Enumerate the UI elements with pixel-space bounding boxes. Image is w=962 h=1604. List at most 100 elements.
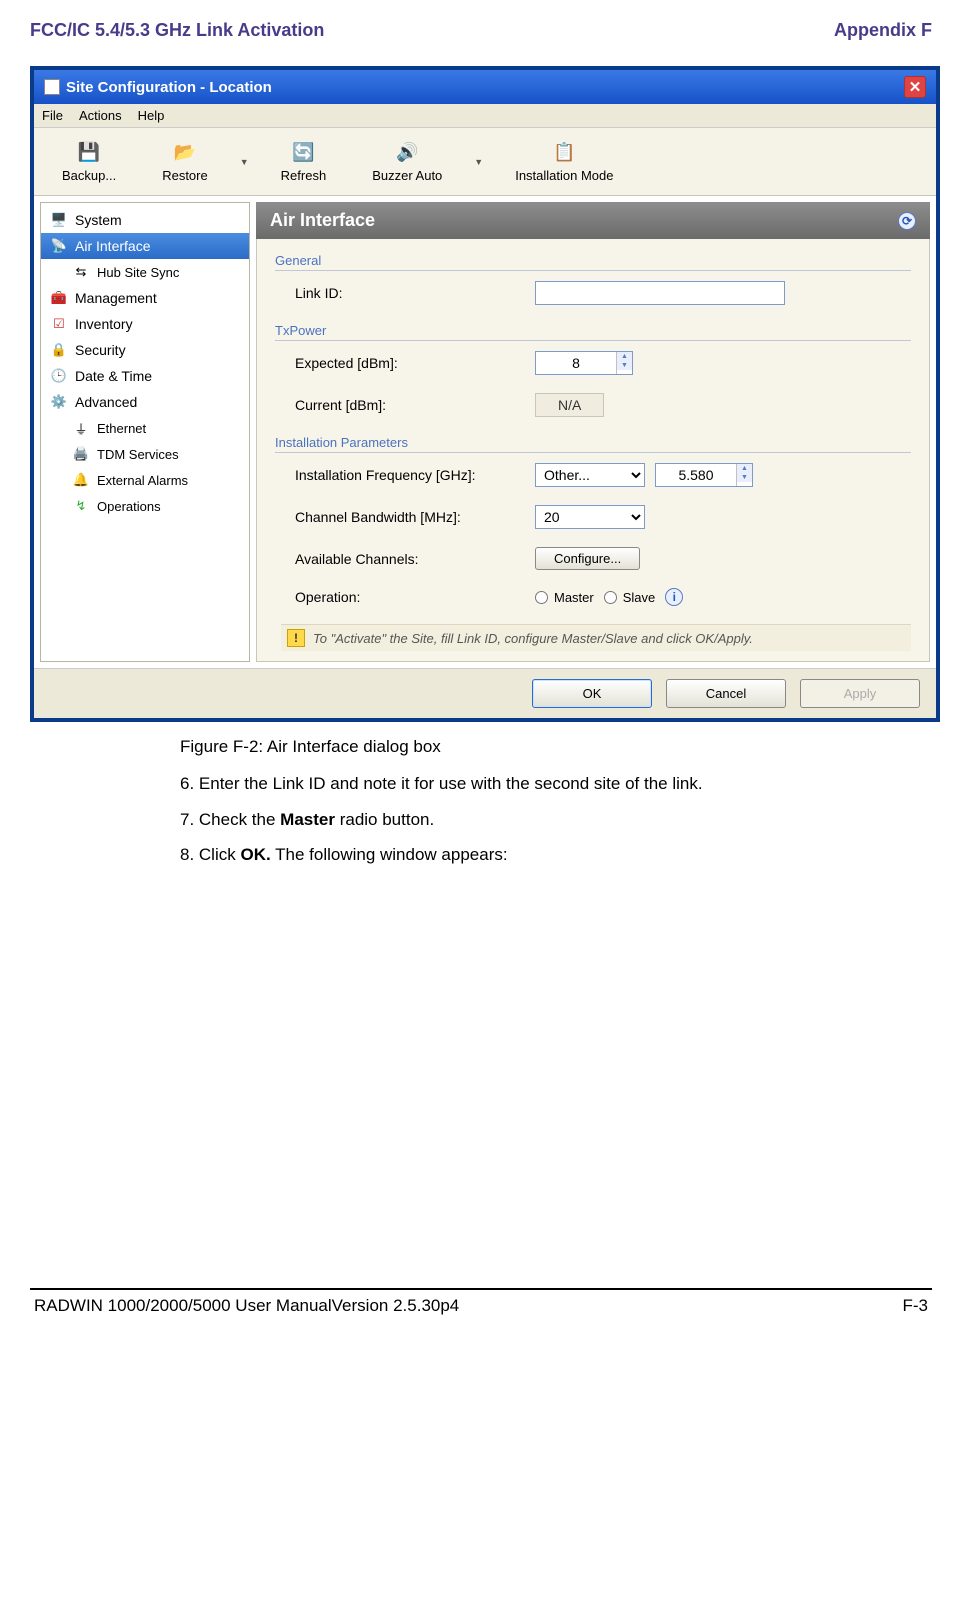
instr8-b: OK. (240, 845, 270, 864)
radio-master[interactable] (535, 591, 548, 604)
linkid-input[interactable] (535, 281, 785, 305)
window-icon (44, 79, 60, 95)
refresh-label: Refresh (281, 168, 327, 183)
ok-button[interactable]: OK (532, 679, 652, 708)
titlebar: Site Configuration - Location ✕ (34, 70, 936, 104)
sidebar-label-system: System (75, 212, 122, 228)
page-header: FCC/IC 5.4/5.3 GHz Link Activation Appen… (30, 20, 932, 41)
dialog-footer: OK Cancel Apply (34, 668, 936, 718)
spin-down[interactable]: ▼ (617, 361, 632, 370)
sidebar-item-system[interactable]: 🖥️ System (41, 207, 249, 233)
refresh-button[interactable]: 🔄 Refresh (263, 136, 345, 187)
current-label: Current [dBm]: (295, 397, 525, 413)
menu-help[interactable]: Help (138, 108, 165, 123)
backup-button[interactable]: 💾 Backup... (44, 136, 134, 187)
install-icon: 📋 (552, 140, 576, 164)
instr8-a: 8. Click (180, 845, 240, 864)
footer-right: F-3 (903, 1296, 929, 1316)
freq-spinner[interactable]: ▲▼ (655, 463, 753, 487)
group-install: Installation Parameters (275, 435, 911, 450)
radio-slave[interactable] (604, 591, 617, 604)
refresh-pane-icon[interactable]: ⟳ (898, 212, 916, 230)
save-icon: 💾 (77, 140, 101, 164)
sidebar-item-tdm[interactable]: 🖨️TDM Services (41, 441, 249, 467)
configure-channels-button[interactable]: Configure... (535, 547, 640, 570)
restore-dropdown[interactable]: ▼ (236, 157, 253, 167)
warning-icon: ! (287, 629, 305, 647)
sidebar-item-advanced[interactable]: ⚙️Advanced (41, 389, 249, 415)
inventory-icon: ☑ (51, 316, 67, 332)
radio-master-label: Master (554, 590, 594, 605)
menu-file[interactable]: File (42, 108, 63, 123)
sidebar-item-management[interactable]: 🧰Management (41, 285, 249, 311)
toolbar: 💾 Backup... 📂 Restore ▼ 🔄 Refresh 🔊 Buzz… (34, 128, 936, 196)
info-icon[interactable]: i (665, 588, 683, 606)
menubar: File Actions Help (34, 104, 936, 128)
sidebar-label-date: Date & Time (75, 368, 152, 384)
alarm-icon: 🔔 (73, 472, 89, 488)
backup-label: Backup... (62, 168, 116, 183)
operation-label: Operation: (295, 589, 525, 605)
freq-input[interactable] (656, 464, 736, 486)
sidebar-label-air: Air Interface (75, 238, 150, 254)
sidebar-item-inventory[interactable]: ☑ Inventory (41, 311, 249, 337)
group-general: General (275, 253, 911, 268)
sidebar-item-ethernet[interactable]: ⏚Ethernet (41, 415, 249, 441)
restore-button[interactable]: 📂 Restore (144, 136, 226, 187)
expected-input[interactable] (536, 352, 616, 374)
restore-label: Restore (162, 168, 208, 183)
instruction-8: 8. Click OK. The following window appear… (180, 842, 932, 868)
pane-title: Air Interface (270, 210, 375, 231)
bw-select[interactable]: 20 (535, 505, 645, 529)
sidebar-label-ext: External Alarms (97, 473, 188, 488)
expected-spinner[interactable]: ▲▼ (535, 351, 633, 375)
freq-spin-down[interactable]: ▼ (737, 473, 752, 482)
activate-note: ! To "Activate" the Site, fill Link ID, … (281, 624, 911, 651)
management-icon: 🧰 (51, 290, 67, 306)
refresh-icon: 🔄 (291, 140, 315, 164)
buzzer-button[interactable]: 🔊 Buzzer Auto (354, 136, 460, 187)
spin-up[interactable]: ▲ (617, 352, 632, 361)
channels-label: Available Channels: (295, 551, 525, 567)
system-icon: 🖥️ (51, 212, 67, 228)
close-button[interactable]: ✕ (904, 76, 926, 98)
sidebar-item-external-alarms[interactable]: 🔔 External Alarms (41, 467, 249, 493)
freq-spin-up[interactable]: ▲ (737, 464, 752, 473)
bw-label: Channel Bandwidth [MHz]: (295, 509, 525, 525)
instr7-c: radio button. (335, 810, 434, 829)
buzzer-icon: 🔊 (395, 140, 419, 164)
restore-icon: 📂 (173, 140, 197, 164)
install-mode-button[interactable]: 📋 Installation Mode (497, 136, 631, 187)
sidebar-item-security[interactable]: 🔒Security (41, 337, 249, 363)
sidebar-item-date-time[interactable]: 🕒Date & Time (41, 363, 249, 389)
buzzer-label: Buzzer Auto (372, 168, 442, 183)
figure-caption: Figure F-2: Air Interface dialog box (180, 737, 932, 757)
sidebar-item-operations[interactable]: ↯Operations (41, 493, 249, 519)
apply-button[interactable]: Apply (800, 679, 920, 708)
sidebar-label-sec: Security (75, 342, 126, 358)
ethernet-icon: ⏚ (73, 420, 89, 436)
sidebar-label-tdm: TDM Services (97, 447, 179, 462)
antenna-icon: 📡 (51, 238, 67, 254)
instr7-a: 7. Check the (180, 810, 280, 829)
menu-actions[interactable]: Actions (79, 108, 122, 123)
freq-select[interactable]: Other... (535, 463, 645, 487)
radio-slave-label: Slave (623, 590, 656, 605)
sidebar-label-inv: Inventory (75, 316, 133, 332)
group-txpower: TxPower (275, 323, 911, 338)
buzzer-dropdown[interactable]: ▼ (470, 157, 487, 167)
instr8-c: The following window appears: (271, 845, 508, 864)
header-left: FCC/IC 5.4/5.3 GHz Link Activation (30, 20, 324, 41)
note-text: To "Activate" the Site, fill Link ID, co… (313, 631, 753, 646)
cancel-button[interactable]: Cancel (666, 679, 786, 708)
sidebar-item-hub-site-sync[interactable]: ⇆Hub Site Sync (41, 259, 249, 285)
sidebar-item-air-interface[interactable]: 📡 Air Interface (41, 233, 249, 259)
page-footer: RADWIN 1000/2000/5000 User ManualVersion… (30, 1296, 932, 1326)
header-right: Appendix F (834, 20, 932, 41)
sidebar-label-adv: Advanced (75, 394, 137, 410)
instruction-6: 6. Enter the Link ID and note it for use… (180, 771, 932, 797)
instruction-7: 7. Check the Master radio button. (180, 807, 932, 833)
linkid-label: Link ID: (295, 285, 525, 301)
install-label: Installation Mode (515, 168, 613, 183)
operations-icon: ↯ (73, 498, 89, 514)
